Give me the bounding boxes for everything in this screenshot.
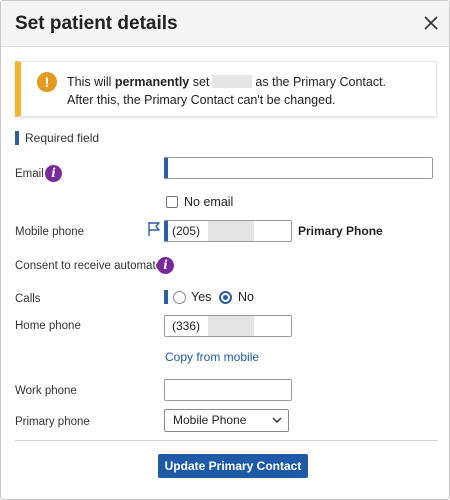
home-phone-field[interactable]: (336) xyxy=(164,315,292,337)
primary-phone-tag: Primary Phone xyxy=(298,224,383,238)
email-field[interactable] xyxy=(164,157,433,179)
primary-phone-selected: Mobile Phone xyxy=(173,413,247,427)
primary-phone-select[interactable]: Mobile Phone xyxy=(164,409,289,432)
footer-divider xyxy=(15,440,437,441)
warning-banner: ! This will permanently set as the Primar… xyxy=(15,61,437,117)
dialog-title: Set patient details xyxy=(15,13,178,34)
warning-text-line2: After this, the Primary Contact can't be… xyxy=(67,93,336,107)
exclamation-icon: ! xyxy=(37,72,57,92)
work-phone-label: Work phone xyxy=(15,385,77,397)
email-info-icon[interactable]: i xyxy=(45,165,62,182)
consent-label: Consent to receive automated: xyxy=(15,260,172,272)
redacted-number xyxy=(208,316,255,336)
warning-text-suffix: as the Primary Contact. xyxy=(255,75,387,89)
home-phone-label: Home phone xyxy=(15,320,81,332)
copy-from-mobile-link[interactable]: Copy from mobile xyxy=(165,350,259,364)
primary-phone-label: Primary phone xyxy=(15,416,90,428)
consent-info-icon[interactable]: i xyxy=(157,257,174,274)
redacted-number xyxy=(208,221,255,241)
no-email-checkbox[interactable] xyxy=(166,196,178,208)
warning-text: This will permanently set as the Primary … xyxy=(67,73,386,109)
home-phone-value: (336) xyxy=(172,319,201,333)
no-email-label: No email xyxy=(184,195,234,209)
calls-no-label: No xyxy=(238,290,254,304)
dialog-header: Set patient details xyxy=(1,1,449,47)
calls-yes-radio[interactable] xyxy=(173,291,186,304)
warning-text-bold: permanently xyxy=(114,75,190,89)
chevron-down-icon xyxy=(272,417,282,424)
redacted-name xyxy=(212,75,253,88)
flag-icon xyxy=(147,221,161,237)
calls-no-radio[interactable] xyxy=(219,291,232,304)
mobile-phone-label: Mobile phone xyxy=(15,226,85,238)
close-icon[interactable] xyxy=(421,13,441,33)
update-primary-contact-button[interactable]: Update Primary Contact xyxy=(158,454,308,478)
work-phone-field[interactable] xyxy=(164,379,292,401)
warning-text-mid: set xyxy=(189,75,210,89)
required-indicator xyxy=(15,131,19,145)
set-patient-details-dialog: Set patient details ! This will permanen… xyxy=(0,0,450,500)
calls-yes-label: Yes xyxy=(191,290,212,304)
calls-label: Calls xyxy=(15,293,41,305)
warning-text-prefix: This will xyxy=(67,75,115,89)
calls-required-indicator xyxy=(164,290,168,304)
email-label: Email xyxy=(15,168,44,180)
mobile-phone-value: (205) xyxy=(172,224,201,238)
mobile-phone-field[interactable]: (205) xyxy=(164,220,292,242)
required-field-legend: Required field xyxy=(25,131,100,145)
